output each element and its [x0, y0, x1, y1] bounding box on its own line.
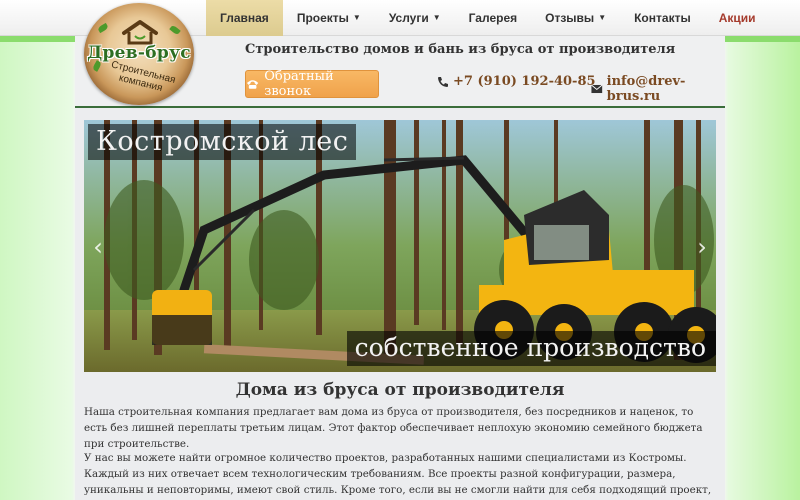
- carousel-next-icon[interactable]: ›: [692, 232, 712, 262]
- phone-icon: [246, 80, 259, 89]
- nav-label: Главная: [220, 11, 269, 25]
- nav-item-home[interactable]: Главная: [206, 0, 283, 36]
- hero-carousel[interactable]: Костромской лес собственное производство…: [84, 120, 716, 372]
- nav-item-promo[interactable]: Акции: [705, 0, 770, 36]
- nav-menu: Главная Проекты ▼ Услуги ▼ Галерея Отзывы ▼…: [206, 0, 770, 36]
- intro-paragraph: Наша строительная компания предлагает ва…: [84, 406, 703, 450]
- callback-label: Обратный звонок: [264, 69, 334, 99]
- nav-item-services[interactable]: Услуги ▼: [375, 0, 455, 36]
- carousel-prev-icon[interactable]: ‹: [88, 232, 108, 262]
- nav-label: Услуги: [388, 11, 429, 25]
- carousel-caption-top: Костромской лес: [88, 124, 357, 160]
- nav-item-gallery[interactable]: Галерея: [455, 0, 531, 36]
- nav-item-projects[interactable]: Проекты ▼: [283, 0, 375, 36]
- caret-down-icon: ▼: [432, 13, 441, 22]
- phone-handset-icon: [438, 76, 448, 87]
- nav-label: Галерея: [468, 11, 518, 25]
- phone-contact[interactable]: +7 (910) 192-40-85: [437, 74, 596, 89]
- site-logo[interactable]: Древ-брус Строительная компания: [84, 3, 194, 105]
- nav-label: Контакты: [634, 11, 691, 25]
- leaf-icon: [97, 22, 109, 34]
- nav-item-contacts[interactable]: Контакты: [620, 0, 705, 36]
- section-title: Дома из бруса от производителя: [235, 380, 565, 400]
- house-icon: [122, 20, 158, 45]
- nav-label: Проекты: [296, 11, 349, 25]
- envelope-icon: [591, 84, 603, 94]
- projects-paragraph: У нас вы можете найти огромное количеств…: [84, 452, 712, 496]
- nav-item-reviews[interactable]: Отзывы ▼: [531, 0, 620, 36]
- callback-button[interactable]: Обратный звонок: [245, 69, 379, 99]
- email-contact[interactable]: info@drev-brus.ru: [591, 74, 725, 104]
- caret-down-icon: ▼: [598, 13, 607, 22]
- main-container: Строительство домов и бань из бруса от п…: [75, 36, 725, 500]
- phone-number: +7 (910) 192-40-85: [453, 74, 596, 89]
- site-tagline: Строительство домов и бань из бруса от п…: [245, 42, 676, 57]
- email-address: info@drev-brus.ru: [606, 74, 686, 104]
- nav-label: Отзывы: [545, 11, 595, 25]
- caret-down-icon: ▼: [352, 13, 361, 22]
- leaf-icon: [169, 24, 181, 36]
- nav-label: Акции: [718, 11, 756, 25]
- carousel-caption-bottom: собственное производство: [346, 331, 716, 366]
